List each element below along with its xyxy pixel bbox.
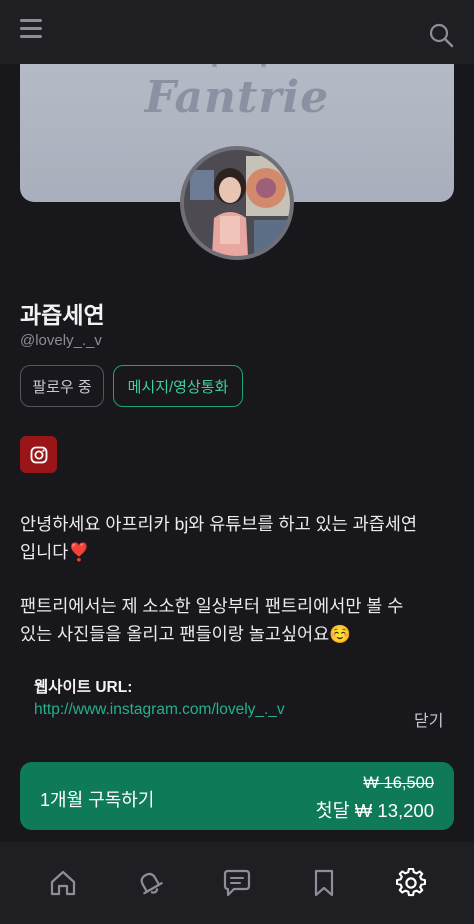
nav-messages[interactable]: [207, 858, 267, 908]
search-icon[interactable]: [428, 22, 454, 48]
hamburger-icon[interactable]: [20, 19, 44, 41]
discount-price: 첫달 ₩ 13,200: [315, 800, 434, 821]
following-button[interactable]: 팔로우 중: [20, 365, 104, 407]
nav-notifications[interactable]: [120, 858, 180, 908]
avatar-image: [184, 150, 290, 256]
bell-icon: [140, 872, 163, 895]
subscribe-label: 1개월 구독하기: [40, 790, 155, 810]
close-button[interactable]: 닫기: [414, 707, 443, 731]
profile-handle: @lovely_._v: [20, 332, 102, 349]
avatar[interactable]: [180, 146, 294, 260]
profile-name: 과즙세연: [20, 302, 105, 328]
instagram-button[interactable]: [20, 436, 57, 473]
message-videocall-button[interactable]: 메시지/영상통화: [113, 365, 243, 407]
bookmark-icon: [314, 869, 333, 897]
nav-home[interactable]: [33, 858, 93, 908]
cover-logo: Fantrie: [144, 72, 330, 123]
gear-icon: [395, 868, 426, 897]
bio-paragraph-2: 팬트리에서는 제 소소한 일상부터 팬트리에서만 볼 수 있는 사진들을 올리고…: [20, 596, 404, 644]
chat-icon: [223, 869, 251, 897]
bio-paragraph-1: 안녕하세요 아프리카 bj와 유튜브를 하고 있는 과즙세연입니다❣️: [20, 514, 417, 562]
nav-bookmarks[interactable]: [294, 858, 354, 908]
instagram-icon: [30, 446, 47, 463]
subscribe-button[interactable]: 1개월 구독하기 ₩ 16,500 첫달 ₩ 13,200: [20, 762, 454, 830]
website-label: 웹사이트 URL:: [34, 679, 133, 696]
website-link[interactable]: http://www.instagram.com/lovely_._v: [34, 701, 285, 719]
top-bar: [0, 0, 474, 64]
bio: 안녕하세요 아프리카 bj와 유튜브를 하고 있는 과즙세연입니다❣️ 팬트리에…: [20, 510, 420, 648]
bottom-nav: [0, 842, 474, 924]
nav-settings[interactable]: [381, 858, 441, 908]
home-icon: [51, 870, 76, 896]
original-price: ₩ 16,500: [363, 774, 434, 792]
